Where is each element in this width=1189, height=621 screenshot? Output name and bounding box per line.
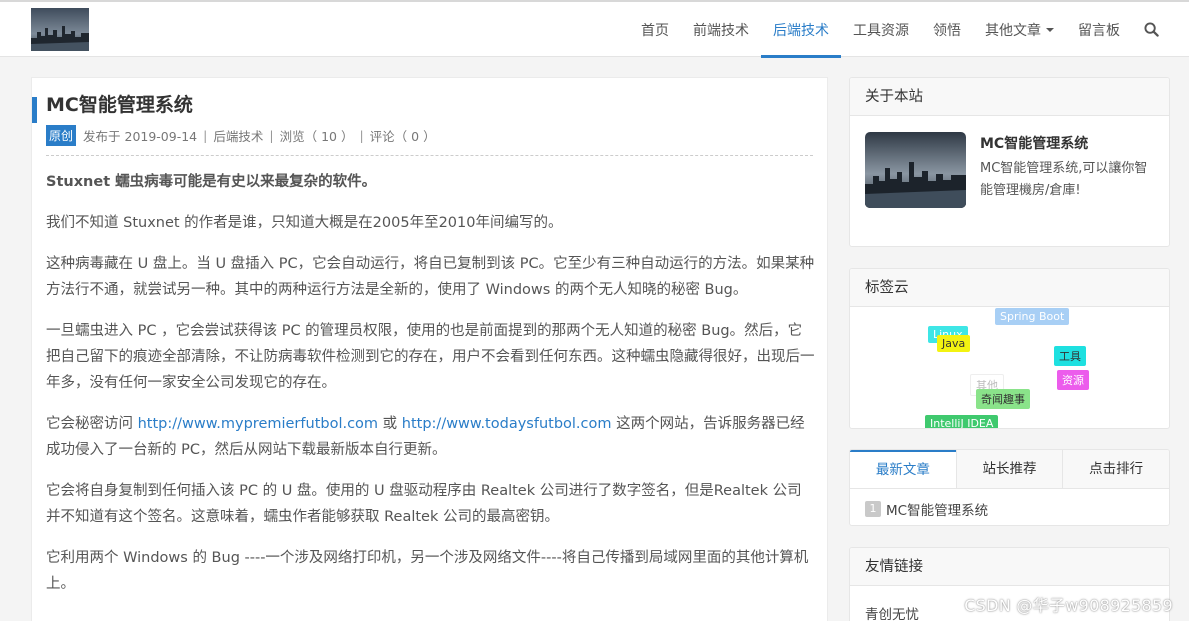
meta-separator: | xyxy=(203,128,208,143)
article-paragraph: 一旦蠕虫进入 PC ，它会尝试获得该 PC 的管理员权限，使用的也是前面提到的那… xyxy=(46,323,815,391)
nav-other-label: 其他文章 xyxy=(985,22,1041,39)
article-category[interactable]: 后端技术 xyxy=(213,126,263,145)
tag-item[interactable]: 资源 xyxy=(1057,370,1089,390)
tab-popular[interactable]: 点击排行 xyxy=(1062,450,1169,488)
comment-count[interactable]: 评论（ 0 ） xyxy=(370,126,436,145)
article-paragraph: 它会秘密访问 http://www.mypremierfutbol.com 或 … xyxy=(46,411,816,463)
nav-frontend[interactable]: 前端技术 xyxy=(681,2,761,57)
about-thumbnail[interactable] xyxy=(865,132,966,208)
tag-item[interactable]: Spring Boot xyxy=(995,308,1070,325)
friend-links-heading: 友情链接 xyxy=(850,548,1169,586)
tag-cloud-panel: 标签云 Spring Boot Linux Java 工具 其他 资源 奇闻趣事… xyxy=(849,268,1170,429)
link-todaysfutbol[interactable]: http://www.todaysfutbol.com xyxy=(402,416,612,432)
publish-date: 发布于 2019-09-14 xyxy=(83,129,198,144)
tag-item[interactable]: Java xyxy=(937,335,971,352)
tag-item[interactable]: 工具 xyxy=(1054,346,1086,366)
article-paragraph: 它利用两个 Windows 的 Bug ----一个涉及网络打印机，另一个涉及网… xyxy=(46,550,809,592)
nav-home[interactable]: 首页 xyxy=(629,2,681,57)
search-icon xyxy=(1144,22,1159,37)
site-logo[interactable] xyxy=(31,8,89,51)
tag-cloud: Spring Boot Linux Java 工具 其他 资源 奇闻趣事 Int… xyxy=(850,308,1169,428)
about-heading: 关于本站 xyxy=(850,78,1169,116)
article-paragraph: Stuxnet 蠕虫病毒可能是有史以来最复杂的软件。 xyxy=(46,174,377,190)
meta-divider xyxy=(46,155,813,156)
article-body: Stuxnet 蠕虫病毒可能是有史以来最复杂的软件。 我们不知道 Stuxnet… xyxy=(46,169,816,612)
recent-article-title: MC智能管理系统 xyxy=(886,503,989,519)
about-site-name[interactable]: MC智能管理系统 xyxy=(980,133,1088,153)
tab-latest[interactable]: 最新文章 xyxy=(850,450,956,488)
title-accent-bar xyxy=(32,97,37,123)
article-card: MC智能管理系统 原创 发布于 2019-09-14 | 后端技术 | 浏览（ … xyxy=(31,77,828,621)
nav-other-dropdown[interactable]: 其他文章 xyxy=(973,2,1066,57)
tag-item[interactable]: IntelliJ IDEA xyxy=(925,415,999,428)
about-description: MC智能管理系统,可以讓你智能管理機房/倉庫! xyxy=(980,161,1148,198)
article-paragraph: 这种病毒藏在 U 盘上。当 U 盘插入 PC，它会自动运行，将自已复制到该 PC… xyxy=(46,256,815,298)
paragraph-text: 它会秘密访问 xyxy=(46,416,138,432)
tag-cloud-heading: 标签云 xyxy=(850,269,1169,307)
nav-tools[interactable]: 工具资源 xyxy=(841,2,921,57)
caret-down-icon xyxy=(1046,27,1054,32)
main-nav: 首页 前端技术 后端技术 工具资源 领悟 其他文章 留言板 xyxy=(629,2,1189,58)
original-badge: 原创 xyxy=(46,125,77,146)
nav-guestbook[interactable]: 留言板 xyxy=(1066,2,1132,57)
paragraph-text: 或 xyxy=(378,416,402,432)
tag-item[interactable]: 奇闻趣事 xyxy=(976,389,1030,409)
article-paragraph: 我们不知道 Stuxnet 的作者是谁，只知道大概是在2005年至2010年间编… xyxy=(46,215,563,231)
navbar: 首页 前端技术 后端技术 工具资源 领悟 其他文章 留言板 xyxy=(0,2,1189,58)
about-panel: 关于本站 MC智能管理系统 MC智能管理系统,可以讓你智能管理機房/倉庫! xyxy=(849,77,1170,247)
rank-badge: 1 xyxy=(865,501,881,517)
nav-backend[interactable]: 后端技术 xyxy=(761,2,841,58)
meta-separator: | xyxy=(359,128,364,143)
link-mypremierfutbol[interactable]: http://www.mypremierfutbol.com xyxy=(138,416,378,432)
article-title: MC智能管理系统 xyxy=(46,94,193,116)
article-tabs: 最新文章 站长推荐 点击排行 xyxy=(850,450,1169,489)
article-paragraph: 它会将自身复制到任何插入该 PC 的 U 盘。使用的 U 盘驱动程序由 Real… xyxy=(46,483,802,525)
search-button[interactable] xyxy=(1132,2,1189,57)
list-item[interactable]: 1 MC智能管理系统 xyxy=(865,499,988,519)
view-count: 浏览（ 10 ） xyxy=(279,129,354,144)
tab-recommended[interactable]: 站长推荐 xyxy=(955,450,1063,488)
meta-separator: | xyxy=(269,128,274,143)
article-meta: 原创 发布于 2019-09-14 | 后端技术 | 浏览（ 10 ） | 评论… xyxy=(46,125,436,146)
friend-link[interactable]: 青创无忧 xyxy=(865,603,919,621)
articles-tab-panel: 最新文章 站长推荐 点击排行 1 MC智能管理系统 xyxy=(849,449,1170,526)
csdn-watermark: CSDN @华子w908925859 xyxy=(964,596,1173,615)
nav-insight[interactable]: 领悟 xyxy=(921,2,973,57)
